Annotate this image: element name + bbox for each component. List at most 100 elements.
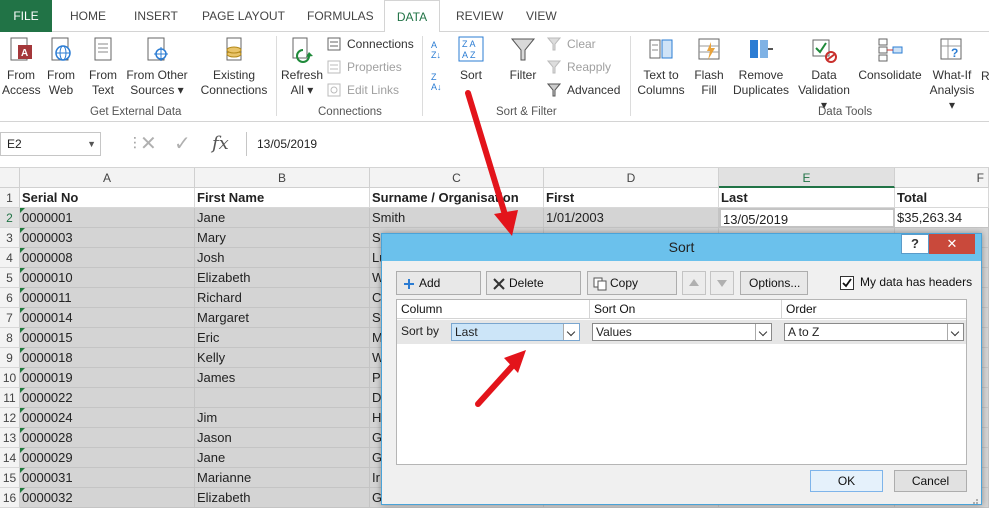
cell[interactable]: First Name [195, 188, 370, 208]
row-header[interactable]: 11 [0, 388, 20, 408]
tab-view[interactable]: VIEW [520, 0, 563, 32]
row-header[interactable]: 7 [0, 308, 20, 328]
row-header[interactable]: 1 [0, 188, 20, 208]
cell[interactable]: Margaret [195, 308, 370, 328]
tab-review[interactable]: REVIEW [450, 0, 509, 32]
cell[interactable]: 0000001 [20, 208, 195, 228]
insert-function-icon[interactable]: fx [212, 134, 229, 154]
sort-level-row[interactable]: Sort by Last Values A to Z [397, 320, 966, 344]
row-header[interactable]: 4 [0, 248, 20, 268]
sort-column-select[interactable]: Last [451, 323, 580, 341]
enter-formula-icon[interactable]: ✓ [174, 134, 191, 154]
row-header[interactable]: 6 [0, 288, 20, 308]
cell[interactable]: 0000022 [20, 388, 195, 408]
options-button[interactable]: Options... [740, 271, 808, 295]
cell[interactable]: 0000019 [20, 368, 195, 388]
cell[interactable]: Serial No [20, 188, 195, 208]
close-button[interactable]: ✕ [929, 234, 975, 254]
cell[interactable]: 0000003 [20, 228, 195, 248]
tab-file[interactable]: FILE [0, 0, 52, 32]
row-header[interactable]: 8 [0, 328, 20, 348]
cell[interactable]: 0000024 [20, 408, 195, 428]
from-web-button[interactable]: From Web [44, 36, 78, 98]
data-validation-button[interactable]: Data Validation ▾ [796, 36, 852, 113]
cell[interactable]: 0000031 [20, 468, 195, 488]
move-up-button[interactable] [682, 271, 706, 295]
cancel-formula-icon[interactable]: ✕ [140, 134, 157, 154]
row-header[interactable]: 15 [0, 468, 20, 488]
cell[interactable]: 0000028 [20, 428, 195, 448]
move-down-button[interactable] [710, 271, 734, 295]
sort-a-z-button[interactable]: A Z↓ [431, 40, 441, 60]
row-header[interactable]: 14 [0, 448, 20, 468]
cell[interactable]: Jason [195, 428, 370, 448]
delete-level-button[interactable]: Delete Level [486, 271, 581, 312]
cell[interactable]: 0000011 [20, 288, 195, 308]
remove-duplicates-button[interactable]: Remove Duplicates [730, 36, 792, 98]
column-header-b[interactable]: B [195, 168, 370, 188]
column-header-e[interactable]: E [719, 168, 895, 188]
cell[interactable]: 13/05/2019 [719, 208, 895, 228]
cell[interactable]: 1/01/2003 [544, 208, 719, 228]
row-header[interactable]: 3 [0, 228, 20, 248]
row-header[interactable]: 10 [0, 368, 20, 388]
row-header[interactable]: 9 [0, 348, 20, 368]
order-select[interactable]: A to Z [784, 323, 964, 341]
clear-filter-button[interactable]: Clear [546, 34, 596, 54]
cell[interactable]: Last [719, 188, 895, 208]
cell[interactable]: Smith [370, 208, 544, 228]
cell[interactable]: Jane [195, 448, 370, 468]
name-box-dropdown-icon[interactable]: ▼ [87, 133, 96, 155]
tab-data[interactable]: DATA [384, 0, 440, 33]
cell[interactable]: Surname / Organisation [370, 188, 544, 208]
dialog-titlebar[interactable]: Sort [382, 234, 981, 261]
column-header-a[interactable]: A [20, 168, 195, 188]
column-header-d[interactable]: D [544, 168, 719, 188]
consolidate-button[interactable]: Consolidate [856, 36, 924, 83]
cell[interactable]: Eric [195, 328, 370, 348]
cell[interactable]: 0000032 [20, 488, 195, 508]
cell[interactable]: Elizabeth [195, 268, 370, 288]
properties-button[interactable]: Properties [327, 57, 402, 77]
sort-on-select[interactable]: Values [592, 323, 772, 341]
copy-level-button[interactable]: Copy Level [587, 271, 677, 312]
from-text-button[interactable]: From Text [86, 36, 120, 98]
select-all-corner[interactable] [0, 168, 20, 188]
row-header[interactable]: 16 [0, 488, 20, 508]
refresh-all-button[interactable]: Refresh All ▾ [281, 36, 323, 98]
column-header-f[interactable]: F [895, 168, 989, 188]
connections-button[interactable]: Connections [327, 34, 414, 54]
filter-button[interactable]: Filter [505, 36, 541, 83]
cell[interactable]: Elizabeth [195, 488, 370, 508]
column-header-c[interactable]: C [370, 168, 544, 188]
tab-formulas[interactable]: FORMULAS [301, 0, 380, 32]
sort-z-a-button[interactable]: Z A↓ [431, 72, 442, 92]
cell[interactable]: Marianne [195, 468, 370, 488]
row-header[interactable]: 2 [0, 208, 20, 228]
tab-home[interactable]: HOME [64, 0, 112, 32]
my-data-has-headers-checkbox[interactable] [840, 276, 854, 290]
cell[interactable]: Jane [195, 208, 370, 228]
resize-grip-icon[interactable] [971, 494, 979, 504]
cell[interactable]: First [544, 188, 719, 208]
cell[interactable]: 0000029 [20, 448, 195, 468]
chevron-down-icon[interactable] [755, 324, 771, 340]
chevron-down-icon[interactable] [563, 324, 579, 340]
cell[interactable]: 0000008 [20, 248, 195, 268]
tab-insert[interactable]: INSERT [128, 0, 184, 32]
edit-links-button[interactable]: Edit Links [327, 80, 399, 100]
text-to-columns-button[interactable]: Text to Columns [636, 36, 686, 98]
cell[interactable]: 0000015 [20, 328, 195, 348]
cell[interactable]: Josh [195, 248, 370, 268]
cell[interactable]: 0000014 [20, 308, 195, 328]
what-if-analysis-button[interactable]: ? What-If Analysis ▾ [926, 36, 978, 113]
flash-fill-button[interactable]: Flash Fill [692, 36, 726, 98]
formula-input[interactable]: 13/05/2019 [246, 132, 989, 156]
row-header[interactable]: 12 [0, 408, 20, 428]
from-other-sources-button[interactable]: From Other Sources ▾ [124, 36, 190, 98]
cell[interactable]: Jim [195, 408, 370, 428]
add-level-button[interactable]: Add Level [396, 271, 481, 312]
chevron-down-icon[interactable] [947, 324, 963, 340]
cell[interactable]: Kelly [195, 348, 370, 368]
row-header[interactable]: 5 [0, 268, 20, 288]
